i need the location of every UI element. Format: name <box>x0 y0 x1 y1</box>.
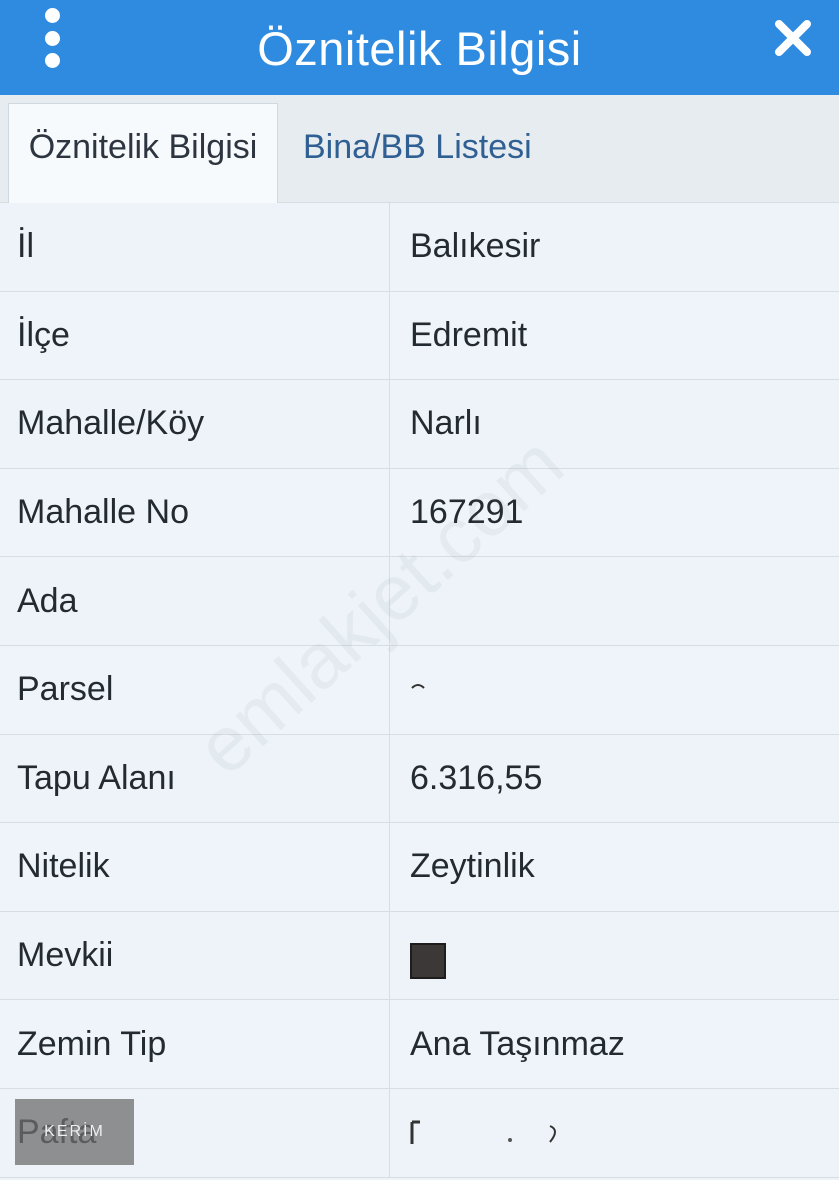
redaction-block <box>410 942 446 979</box>
row-value-redacted <box>390 646 839 734</box>
row-value-redacted <box>390 912 839 1000</box>
table-row-tapu-alani: Tapu Alanı 6.316,55 <box>0 734 839 824</box>
table-row-il: İl Balıkesir <box>0 203 839 292</box>
table-row-mevkii: Mevkii <box>0 911 839 1001</box>
table-row-mahalle-no: Mahalle No 167291 <box>0 468 839 558</box>
redaction-mark <box>410 1120 556 1144</box>
table-row-ilce: İlçe Edremit <box>0 291 839 381</box>
row-value-redacted <box>390 1089 839 1177</box>
row-value: 6.316,55 <box>410 758 543 797</box>
page-title: Öznitelik Bilgisi <box>257 22 582 75</box>
tab-bina-bb-listesi[interactable]: Bina/BB Listesi <box>303 103 633 203</box>
row-value: Ana Taşınmaz <box>410 1024 625 1063</box>
row-value: Narlı <box>410 404 482 443</box>
table-row-parsel: Parsel <box>0 645 839 735</box>
corner-logo: KERİM <box>15 1099 134 1165</box>
row-value: Balıkesir <box>410 227 541 266</box>
row-label: İlçe <box>0 291 390 380</box>
attribute-table: İl Balıkesir İlçe Edremit Mahalle/Köy Na… <box>0 203 839 1178</box>
row-label: Ada <box>0 557 390 645</box>
row-label: Mevkii <box>0 911 390 1000</box>
row-label: Nitelik <box>0 823 390 911</box>
row-label: Parsel <box>0 645 390 734</box>
table-row-zemin-tip: Zemin Tip Ana Taşınmaz <box>0 1000 839 1089</box>
table-row-ada: Ada <box>0 557 839 646</box>
kebab-menu-icon[interactable] <box>36 8 68 68</box>
row-value: 167291 <box>410 493 524 532</box>
row-label: İl <box>0 203 390 291</box>
app-window: Öznitelik Bilgisi Öznitelik Bilgisi Bina… <box>0 0 839 1180</box>
table-row-mahalle-koy: Mahalle/Köy Narlı <box>0 380 839 469</box>
row-label: Mahalle/Köy <box>0 380 390 468</box>
tab-oznitelik-bilgisi[interactable]: Öznitelik Bilgisi <box>8 103 278 203</box>
table-row-nitelik: Nitelik Zeytinlik <box>0 823 839 912</box>
redaction-mark <box>411 683 425 689</box>
row-label: Mahalle No <box>0 468 390 557</box>
row-value: Edremit <box>410 315 528 354</box>
close-icon[interactable] <box>773 18 813 58</box>
row-label: Zemin Tip <box>0 1000 390 1088</box>
row-value <box>390 557 839 645</box>
row-value: Zeytinlik <box>410 847 535 886</box>
tab-bar: Öznitelik Bilgisi Bina/BB Listesi <box>0 95 839 203</box>
title-bar: Öznitelik Bilgisi <box>0 0 839 95</box>
row-label: Tapu Alanı <box>0 734 390 823</box>
